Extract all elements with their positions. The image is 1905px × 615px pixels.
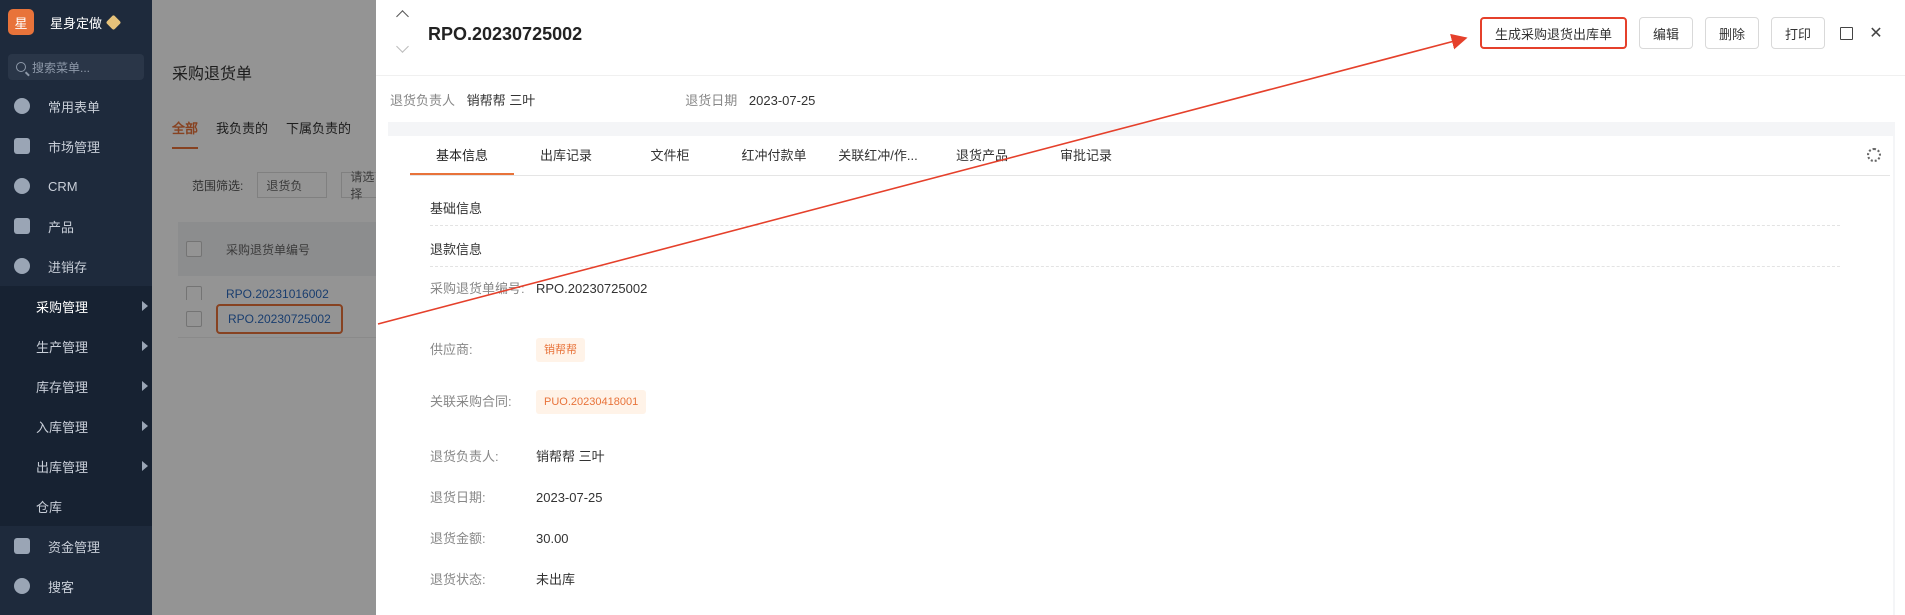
sidebar-item-product[interactable]: 产品 [0,206,152,246]
star-icon [14,98,30,114]
field-amount: 退货金额: 30.00 [430,530,569,548]
vip-diamond-icon [105,14,122,30]
print-button[interactable]: 打印 [1770,17,1825,49]
tab-outbound-records[interactable]: 出库记录 [514,136,618,175]
sidebar-subitem-warehouse[interactable]: 仓库 [0,486,152,526]
drawer-actions: 生成采购退货出库单 编辑 删除 打印 ✕ [1479,17,1885,49]
field-value: 30.00 [536,531,569,546]
sidebar-item-crm[interactable]: CRM [0,166,152,206]
sidebar-nav: 常用表单 市场管理 CRM 产品 进销存 采购管理 生产管理 库存管理 入库管理… [0,86,152,606]
caret-right-icon [142,461,148,471]
field-owner: 退货负责人: 销帮帮 三叶 [430,448,605,466]
caret-right-icon [142,301,148,311]
sidebar-subitem-production[interactable]: 生产管理 [0,326,152,366]
edit-button[interactable]: 编辑 [1638,17,1693,49]
sidebar-item-label: 常用表单 [48,99,101,115]
field-date: 退货日期: 2023-07-25 [430,489,603,507]
search-icon [16,62,26,72]
field-value: 2023-07-25 [536,490,603,505]
menu-search-input[interactable]: 搜索菜单... [8,54,144,80]
sidebar-subitem-label: 库存管理 [36,379,89,395]
detail-tabs: 基本信息 出库记录 文件柜 红冲付款单 关联红冲/作... 退货产品 审批记录 [410,136,1890,176]
field-label: 退货负责人: [430,449,499,464]
menu-search-placeholder: 搜索菜单... [32,60,91,75]
field-contract: 关联采购合同: PUO.20230418001 [430,390,647,414]
delete-button[interactable]: 删除 [1704,17,1759,49]
sidebar-item-label: 资金管理 [48,539,101,555]
field-return-number: 采购退货单编号: RPO.20230725002 [430,280,647,298]
meta-date-value: 2023-07-25 [748,93,816,108]
field-label: 退货状态: [430,572,486,587]
sidebar-item-label: CRM [48,178,78,194]
sidebar-subitem-label: 入库管理 [36,419,89,435]
sidebar-item-label: 市场管理 [48,139,101,155]
money-icon [14,538,30,554]
field-value: RPO.20230725002 [536,281,648,296]
brand[interactable]: 星 星身定做 [0,0,152,44]
sidebar-item-label: 进销存 [48,259,88,275]
sidebar-item-label: 搜客 [48,579,75,595]
tab-approval-records[interactable]: 审批记录 [1034,136,1138,175]
sidebar-subitem-inbound[interactable]: 入库管理 [0,406,152,446]
fullscreen-icon[interactable] [1837,24,1855,42]
header-meta: 退货负责人 销帮帮 三叶 退货日期 2023-07-25 [390,90,965,109]
field-supplier: 供应商: 销帮帮 [430,338,585,362]
sidebar-subitem-label: 仓库 [36,499,63,515]
section-basic: 基础信息 [430,198,1840,226]
sidebar-subitem-outbound[interactable]: 出库管理 [0,446,152,486]
detail-drawer: RPO.20230725002 生成采购退货出库单 编辑 删除 打印 ✕ 退货负… [376,0,1905,615]
field-label: 采购退货单编号: [430,281,525,296]
cube-icon [14,218,30,234]
sidebar-item-soke[interactable]: 搜客 [0,566,152,606]
sidebar-subitem-purchase[interactable]: 采购管理 [0,286,152,326]
field-label: 供应商: [430,341,473,357]
sidebar-subitem-stock[interactable]: 库存管理 [0,366,152,406]
field-label: 退货金额: [430,531,486,546]
next-record-icon[interactable] [398,42,407,51]
detail-panel: 基本信息 出库记录 文件柜 红冲付款单 关联红冲/作... 退货产品 审批记录 … [388,136,1893,615]
caret-right-icon [142,421,148,431]
cycle-icon [14,258,30,274]
field-label: 关联采购合同: [430,393,512,409]
sidebar-subitem-label: 采购管理 [36,299,89,315]
brand-name: 星身定做 [50,15,103,31]
close-icon[interactable]: ✕ [1867,24,1885,42]
contract-tag[interactable]: PUO.20230418001 [536,390,647,414]
briefcase-icon [14,138,30,154]
brand-logo: 星 [8,9,34,35]
supplier-tag[interactable]: 销帮帮 [536,338,585,362]
meta-owner-value: 销帮帮 三叶 [466,93,536,108]
section-refund: 退款信息 [430,239,1840,267]
search-icon [14,578,30,594]
sidebar-item-favorites[interactable]: 常用表单 [0,86,152,126]
pie-icon [14,178,30,194]
sidebar-subitem-label: 生产管理 [36,339,89,355]
caret-right-icon [142,341,148,351]
tab-basic-info[interactable]: 基本信息 [410,136,514,175]
meta-date-label: 退货日期 [685,93,738,108]
sidebar: 星 星身定做 搜索菜单... 常用表单 市场管理 CRM 产品 进销存 采购管理… [0,0,152,615]
generate-outbound-button[interactable]: 生成采购退货出库单 [1479,17,1627,49]
tab-related-red[interactable]: 关联红冲/作... [826,136,930,175]
sidebar-item-inventory[interactable]: 进销存 [0,246,152,286]
prev-record-icon[interactable] [398,12,407,21]
sidebar-subitem-label: 出库管理 [36,459,89,475]
gear-icon[interactable] [1867,148,1881,162]
tab-file-cabinet[interactable]: 文件柜 [618,136,722,175]
field-value: 销帮帮 三叶 [536,449,605,464]
sidebar-item-market[interactable]: 市场管理 [0,126,152,166]
record-title: RPO.20230725002 [428,24,583,44]
sidebar-item-label: 产品 [48,219,75,235]
sidebar-item-funds[interactable]: 资金管理 [0,526,152,566]
field-value: 未出库 [536,572,576,587]
drawer-content: 基本信息 出库记录 文件柜 红冲付款单 关联红冲/作... 退货产品 审批记录 … [388,122,1895,615]
meta-owner-label: 退货负责人 [390,93,456,108]
modal-mask[interactable] [152,0,376,615]
field-status: 退货状态: 未出库 [430,571,575,589]
caret-right-icon [142,381,148,391]
drawer-header: RPO.20230725002 生成采购退货出库单 编辑 删除 打印 ✕ 退货负… [376,0,1905,108]
field-label: 退货日期: [430,490,486,505]
tab-red-payment[interactable]: 红冲付款单 [722,136,826,175]
tab-return-products[interactable]: 退货产品 [930,136,1034,175]
